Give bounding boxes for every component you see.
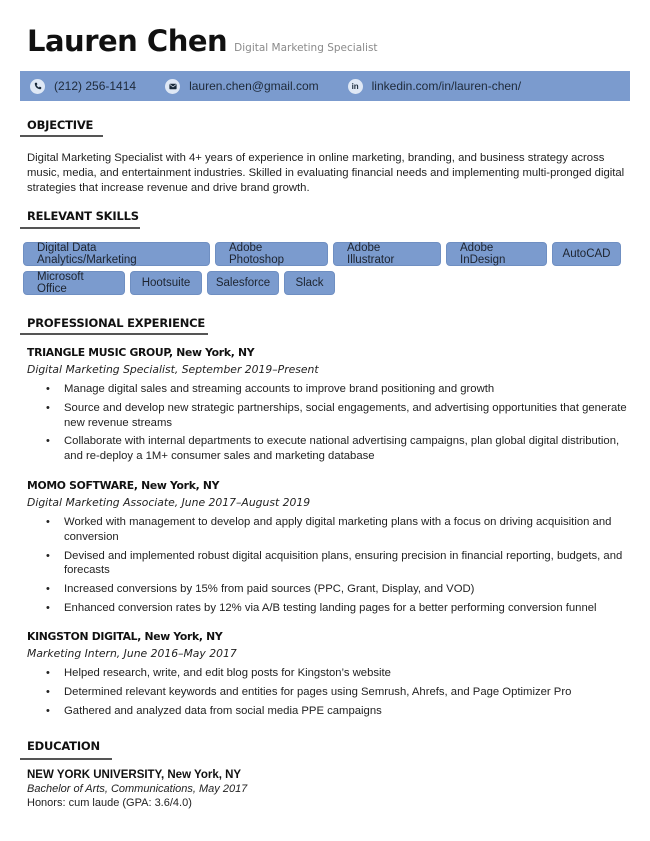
- bullet-item: • Enhanced conversion rates by 12% via A/…: [46, 601, 627, 616]
- candidate-title: Digital Marketing Specialist: [234, 42, 378, 54]
- skill-chip: AutoCAD: [552, 242, 621, 266]
- bullet-text: Manage digital sales and streaming accou…: [64, 383, 495, 395]
- education-honors: Honors: cum laude (GPA: 3.6/4.0): [27, 797, 192, 809]
- email-icon: [165, 78, 181, 94]
- bullet-icon: •: [46, 549, 50, 562]
- skill-chip: Adobe Photoshop: [215, 242, 328, 266]
- job-bullets: • Manage digital sales and streaming acco…: [27, 382, 627, 464]
- bullet-icon: •: [46, 704, 50, 717]
- job-company: TRIANGLE MUSIC GROUP, New York, NY: [27, 346, 255, 359]
- contact-phone[interactable]: (212) 256-1414: [30, 78, 137, 94]
- objective-rule: [20, 135, 103, 137]
- contact-linkedin[interactable]: in linkedin.com/in/lauren-chen/: [347, 78, 522, 94]
- bullet-item: • Source and develop new strategic partne…: [46, 401, 627, 431]
- skill-chip: Adobe InDesign: [446, 242, 547, 266]
- job-company: MOMO SOFTWARE, New York, NY: [27, 479, 220, 492]
- skill-chip: Digital Data Analytics/Marketing: [23, 242, 210, 266]
- bullet-icon: •: [46, 685, 50, 698]
- bullet-text: Enhanced conversion rates by 12% via A/B…: [64, 601, 597, 614]
- bullet-text: Source and develop new strategic partner…: [64, 401, 627, 429]
- skills-rule: [20, 227, 140, 229]
- education-degree: Bachelor of Arts, Communications, May 20…: [27, 783, 248, 795]
- experience-heading: PROFESSIONAL EXPERIENCE: [27, 316, 206, 330]
- job-company: KINGSTON DIGITAL, New York, NY: [27, 630, 223, 643]
- objective-heading: OBJECTIVE: [27, 118, 94, 132]
- linkedin-icon: in: [347, 78, 363, 94]
- education-heading: EDUCATION: [27, 739, 100, 753]
- job-bullets: • Worked with management to develop and a…: [27, 515, 627, 616]
- skills-list: Digital Data Analytics/Marketing Adobe P…: [23, 242, 633, 300]
- bullet-icon: •: [46, 583, 50, 596]
- experience-rule: [20, 333, 208, 335]
- bullet-item: • Increased conversions by 15% from paid …: [46, 582, 627, 597]
- bullet-text: Determined relevant keywords and entitie…: [64, 685, 572, 698]
- skills-row: Microsoft Office Hootsuite Salesforce Sl…: [23, 271, 633, 295]
- bullet-item: • Collaborate with internal departments t…: [46, 434, 627, 464]
- skill-chip: Microsoft Office: [23, 271, 125, 295]
- phone-text: (212) 256-1414: [54, 79, 137, 93]
- skill-chip: Adobe Illustrator: [333, 242, 441, 266]
- bullet-item: • Helped research, write, and edit blog p…: [46, 666, 627, 681]
- bullet-icon: •: [46, 667, 50, 679]
- bullet-item: • Worked with management to develop and a…: [46, 515, 627, 545]
- job-role: Digital Marketing Specialist, September …: [27, 363, 319, 376]
- skills-row: Digital Data Analytics/Marketing Adobe P…: [23, 242, 633, 266]
- bullet-icon: •: [46, 435, 50, 448]
- contact-bar: (212) 256-1414 lauren.chen@gmail.com in …: [20, 71, 630, 101]
- bullet-icon: •: [46, 601, 50, 614]
- bullet-text: Increased conversions by 15% from paid s…: [64, 583, 475, 596]
- bullet-icon: •: [46, 383, 50, 395]
- linkedin-text: linkedin.com/in/lauren-chen/: [371, 79, 522, 93]
- bullet-text: Devised and implemented robust digital a…: [64, 549, 623, 577]
- job-entry: MOMO SOFTWARE, New York, NY Digital Mark…: [27, 479, 627, 620]
- bullet-text: Gathered and analyzed data from social m…: [64, 704, 382, 717]
- education-rule: [20, 758, 112, 760]
- job-bullets: • Helped research, write, and edit blog p…: [27, 666, 627, 718]
- bullet-item: • Gathered and analyzed data from social …: [46, 704, 627, 719]
- objective-text: Digital Marketing Specialist with 4+ yea…: [27, 152, 625, 194]
- email-text: lauren.chen@gmail.com: [189, 79, 319, 93]
- bullet-icon: •: [46, 516, 50, 528]
- resume-header: Lauren Chen Digital Marketing Specialist: [27, 24, 378, 58]
- phone-icon: [30, 78, 45, 94]
- skill-chip: Hootsuite: [130, 271, 202, 295]
- education-entry: NEW YORK UNIVERSITY, New York, NY Bachel…: [27, 769, 247, 809]
- bullet-text: Worked with management to develop and ap…: [64, 516, 612, 543]
- job-entry: TRIANGLE MUSIC GROUP, New York, NY Digit…: [27, 346, 627, 468]
- contact-email[interactable]: lauren.chen@gmail.com: [165, 78, 319, 94]
- bullet-text: Helped research, write, and edit blog po…: [64, 667, 391, 679]
- job-role: Digital Marketing Associate, June 2017–A…: [27, 496, 311, 509]
- bullet-text: Collaborate with internal departments to…: [64, 435, 620, 463]
- candidate-name: Lauren Chen: [27, 24, 228, 58]
- skills-heading: RELEVANT SKILLS: [27, 209, 139, 223]
- bullet-item: • Determined relevant keywords and entiti…: [46, 685, 627, 700]
- skill-chip: Slack: [284, 271, 335, 295]
- job-role: Marketing Intern, June 2016–May 2017: [27, 647, 237, 660]
- job-entry: KINGSTON DIGITAL, New York, NY Marketing…: [27, 630, 627, 722]
- bullet-item: • Manage digital sales and streaming acco…: [46, 382, 627, 397]
- skill-chip: Salesforce: [207, 271, 279, 295]
- education-school: NEW YORK UNIVERSITY, New York, NY: [27, 769, 242, 781]
- bullet-item: • Devised and implemented robust digital …: [46, 549, 627, 579]
- bullet-icon: •: [46, 401, 50, 414]
